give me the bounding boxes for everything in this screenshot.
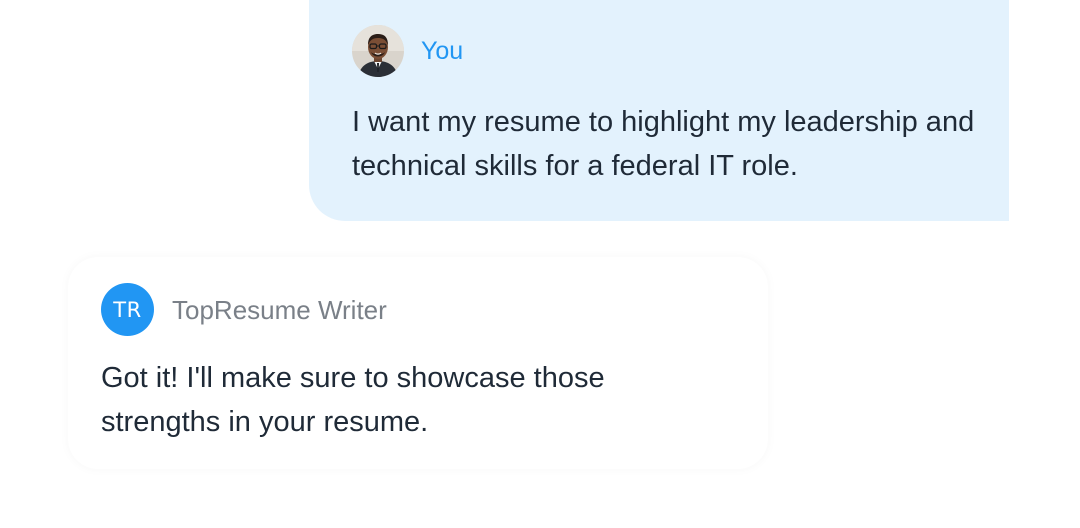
bot-message-text: Got it! I'll make sure to showcase those… — [101, 362, 605, 438]
bot-message-header: TR TopResume Writer — [101, 283, 387, 336]
user-avatar — [352, 25, 404, 77]
bot-sender-name: TopResume Writer — [172, 294, 387, 325]
user-message-bubble: You I want my resume to highlight my lea… — [309, 0, 1009, 221]
bot-avatar: TR — [101, 283, 154, 336]
user-sender-name: You — [421, 36, 464, 65]
user-message-header: You — [352, 25, 463, 77]
user-message-text: I want my resume to highlight my leaders… — [352, 106, 975, 182]
bot-message-card: TR TopResume Writer Got it! I'll make su… — [68, 257, 768, 469]
